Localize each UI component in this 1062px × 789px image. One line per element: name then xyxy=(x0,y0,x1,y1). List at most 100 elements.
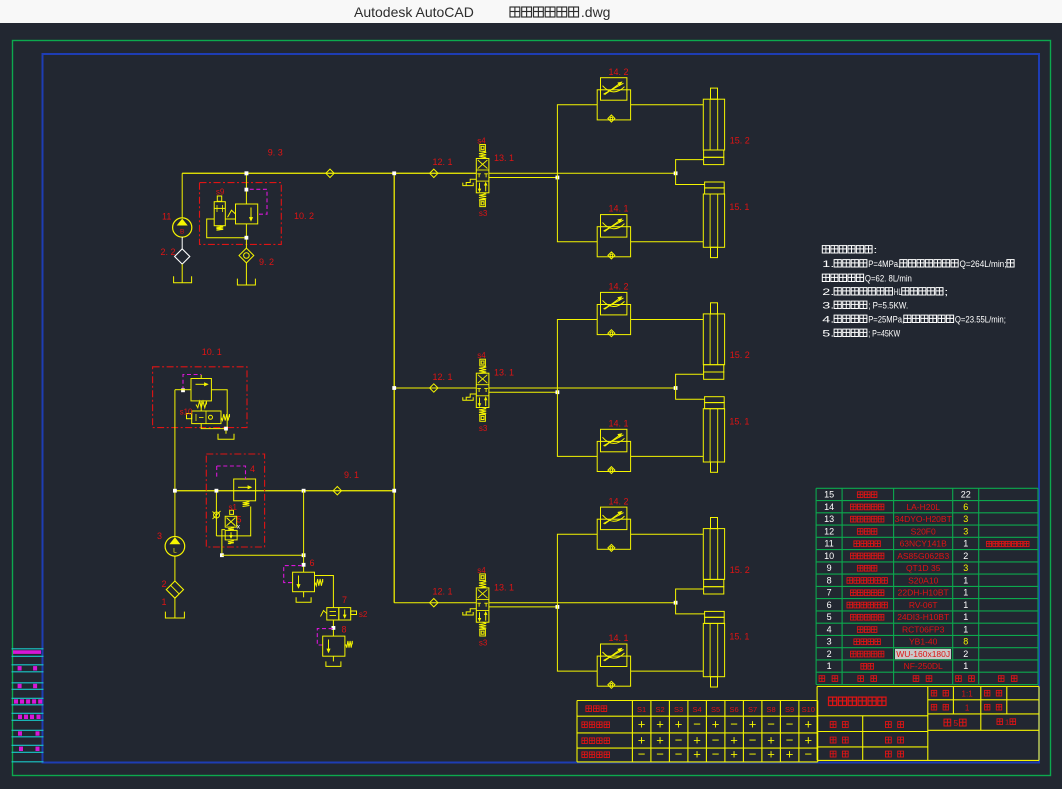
svg-text:12. 1: 12. 1 xyxy=(433,372,453,382)
svg-text:s3: s3 xyxy=(479,639,488,648)
svg-text:2: 2 xyxy=(963,551,968,561)
svg-text:14. 2: 14. 2 xyxy=(609,496,629,506)
svg-text:WU-160x180J: WU-160x180J xyxy=(896,649,950,659)
svg-text:−: − xyxy=(749,747,757,762)
svg-text:14. 1: 14. 1 xyxy=(609,418,629,428)
svg-text:+: + xyxy=(786,747,794,762)
svg-text:5.: 5. xyxy=(822,329,834,340)
svg-text:1: 1 xyxy=(965,704,970,713)
svg-text:9. 1: 9. 1 xyxy=(344,470,359,480)
svg-text:+: + xyxy=(693,733,701,748)
svg-text:P=25MPa,: P=25MPa, xyxy=(868,315,904,326)
svg-text:9. 2: 9. 2 xyxy=(259,257,274,267)
svg-text:HL: HL xyxy=(894,287,902,298)
svg-text:S6: S6 xyxy=(730,705,739,714)
svg-text:s9: s9 xyxy=(216,188,225,197)
svg-text:−: − xyxy=(693,717,701,732)
svg-text:+: + xyxy=(805,717,813,732)
svg-text:7: 7 xyxy=(342,595,347,605)
svg-text:Autodesk AutoCAD: Autodesk AutoCAD xyxy=(354,4,474,20)
svg-text:−: − xyxy=(749,733,757,748)
svg-text:s4: s4 xyxy=(477,136,486,145)
svg-text:S9: S9 xyxy=(785,705,794,714)
svg-text:1: 1 xyxy=(963,624,968,634)
svg-text:10. 2: 10. 2 xyxy=(294,211,314,221)
svg-text:;: ; xyxy=(944,287,948,298)
svg-text:+: + xyxy=(656,717,664,732)
svg-text:1: 1 xyxy=(963,600,968,610)
svg-text:QT1D 35: QT1D 35 xyxy=(906,563,941,573)
svg-text:15. 1: 15. 1 xyxy=(729,202,749,212)
svg-text:6: 6 xyxy=(963,502,968,512)
svg-text:NF-250DL: NF-250DL xyxy=(904,661,943,671)
svg-text:10: 10 xyxy=(824,551,834,561)
svg-text:S5: S5 xyxy=(711,705,720,714)
svg-text:11: 11 xyxy=(824,539,833,549)
svg-text:RV-06T: RV-06T xyxy=(909,600,938,610)
svg-text:RCT06FP3: RCT06FP3 xyxy=(902,624,945,634)
svg-text:15. 2: 15. 2 xyxy=(730,350,750,360)
svg-text:s4: s4 xyxy=(477,351,486,360)
svg-text:8: 8 xyxy=(827,575,832,585)
svg-text:13. 1: 13. 1 xyxy=(494,582,514,592)
svg-text:13: 13 xyxy=(824,514,834,524)
svg-text:4.: 4. xyxy=(822,315,834,326)
svg-text:3: 3 xyxy=(827,637,832,647)
svg-text:S20A10: S20A10 xyxy=(908,575,939,585)
svg-text:−: − xyxy=(805,747,813,762)
svg-text:15. 2: 15. 2 xyxy=(730,565,750,575)
svg-text:S3: S3 xyxy=(674,705,683,714)
svg-text:.dwg: .dwg xyxy=(581,4,611,20)
svg-text:11: 11 xyxy=(162,212,171,222)
svg-text:13. 1: 13. 1 xyxy=(494,368,514,378)
svg-text:1:1: 1:1 xyxy=(962,690,974,699)
svg-text:3.: 3. xyxy=(822,301,834,312)
svg-text:−: − xyxy=(675,733,683,748)
svg-text:7: 7 xyxy=(827,588,832,598)
svg-text:+: + xyxy=(638,733,646,748)
svg-text:+: + xyxy=(693,747,701,762)
svg-text:−: − xyxy=(675,747,683,762)
svg-text:S20F0: S20F0 xyxy=(911,526,936,536)
svg-text:12. 1: 12. 1 xyxy=(433,587,453,597)
svg-text:5: 5 xyxy=(827,612,832,622)
svg-text:+: + xyxy=(767,747,775,762)
svg-text:S10: S10 xyxy=(802,705,815,714)
svg-text:−: − xyxy=(786,733,794,748)
svg-text::: : xyxy=(873,245,877,256)
svg-text:1.: 1. xyxy=(822,259,834,270)
svg-text:3: 3 xyxy=(157,531,162,541)
svg-text:S1: S1 xyxy=(637,705,646,714)
svg-text:S8: S8 xyxy=(767,705,776,714)
svg-text:−: − xyxy=(712,733,720,748)
svg-text:; P=5.5KW.: ; P=5.5KW. xyxy=(868,301,908,312)
svg-text:; P=45KW: ; P=45KW xyxy=(868,329,900,340)
svg-text:63NCY141B: 63NCY141B xyxy=(900,539,948,549)
svg-text:9: 9 xyxy=(827,563,832,573)
svg-text:10. 1: 10. 1 xyxy=(202,347,222,357)
svg-text:14: 14 xyxy=(824,502,834,512)
svg-text:24DI3-H10BT: 24DI3-H10BT xyxy=(897,612,949,622)
svg-text:34DYO-H20BT: 34DYO-H20BT xyxy=(895,514,952,524)
svg-text:s1: s1 xyxy=(229,503,238,512)
svg-text:8: 8 xyxy=(963,637,968,647)
svg-text:14. 2: 14. 2 xyxy=(609,282,629,292)
svg-text:−: − xyxy=(767,717,775,732)
svg-text:2: 2 xyxy=(963,649,968,659)
svg-text:5: 5 xyxy=(953,718,958,728)
svg-text:s3: s3 xyxy=(479,209,488,218)
svg-text:1: 1 xyxy=(162,597,167,607)
svg-text:1: 1 xyxy=(963,612,968,622)
svg-text:Q=23.55L/min;: Q=23.55L/min; xyxy=(955,315,1006,326)
svg-text:S2: S2 xyxy=(656,705,665,714)
svg-text:6: 6 xyxy=(310,558,315,568)
svg-text:+: + xyxy=(749,717,757,732)
svg-text:22: 22 xyxy=(961,490,971,500)
svg-text:3: 3 xyxy=(963,563,968,573)
svg-text:S7: S7 xyxy=(748,705,757,714)
svg-text:1: 1 xyxy=(963,575,968,585)
svg-text:YB1-40: YB1-40 xyxy=(909,637,938,647)
svg-text:Q=62. 8L/min: Q=62. 8L/min xyxy=(865,274,912,285)
svg-text:B: B xyxy=(180,229,184,236)
svg-text:−: − xyxy=(638,747,646,762)
